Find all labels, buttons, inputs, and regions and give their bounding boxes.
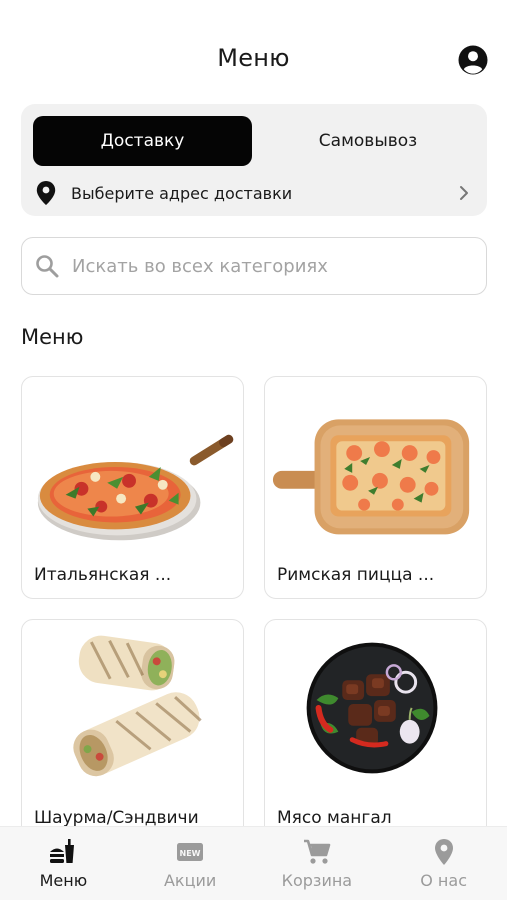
section-title: Меню: [21, 325, 84, 349]
nav-item-promotions[interactable]: NEW Акции: [127, 827, 254, 900]
delivery-mode-card: Доставку Самовывоз Выберите адрес достав…: [21, 104, 487, 216]
category-label: Мясо мангал: [277, 808, 392, 828]
nav-item-cart[interactable]: Корзина: [254, 827, 381, 900]
cart-icon: [303, 839, 331, 864]
chevron-right-icon: [460, 186, 468, 200]
nav-item-about[interactable]: О нас: [380, 827, 507, 900]
category-label: Римская пицца ...: [277, 565, 435, 585]
pickup-mode-button[interactable]: Самовывоз: [261, 116, 475, 166]
roman-pizza-photo: [272, 419, 470, 535]
category-card-grilled-meat[interactable]: Мясо мангал: [264, 619, 487, 849]
app-header: Меню: [0, 30, 507, 90]
page-title: Меню: [217, 44, 290, 72]
location-pin-icon: [36, 181, 56, 205]
grilled-meat-photo: [306, 642, 438, 774]
search-icon: [36, 255, 59, 278]
search-placeholder: Искать во всех категориях: [72, 255, 328, 277]
search-input[interactable]: Искать во всех категориях: [21, 237, 487, 295]
category-label: Шаурма/Сэндвичи: [34, 808, 199, 828]
address-prompt: Выберите адрес доставки: [71, 183, 293, 203]
category-card-shawarma[interactable]: Шаурма/Сэндвичи: [21, 619, 244, 849]
svg-text:NEW: NEW: [180, 849, 201, 858]
category-label: Итальянская ...: [34, 565, 172, 585]
nav-label: Акции: [163, 871, 217, 890]
nav-label: Меню: [39, 871, 88, 890]
address-selector[interactable]: Выберите адрес доставки: [33, 176, 475, 210]
italian-pizza-photo: [37, 434, 234, 541]
location-pin-icon: [434, 839, 453, 865]
bottom-navigation: Меню NEW Акции Корзина О нас: [0, 826, 507, 900]
shawarma-photo: [73, 635, 202, 777]
new-badge-icon: NEW: [177, 843, 204, 861]
category-card-roman-pizza[interactable]: Римская пицца ...: [264, 376, 487, 599]
account-circle-icon[interactable]: [458, 45, 488, 75]
nav-label: О нас: [420, 871, 467, 890]
nav-item-menu[interactable]: Меню: [0, 827, 127, 900]
fastfood-icon: [50, 839, 75, 863]
delivery-mode-button[interactable]: Доставку: [33, 116, 252, 166]
category-card-italian-pizza[interactable]: Итальянская ...: [21, 376, 244, 599]
nav-label: Корзина: [281, 871, 353, 890]
